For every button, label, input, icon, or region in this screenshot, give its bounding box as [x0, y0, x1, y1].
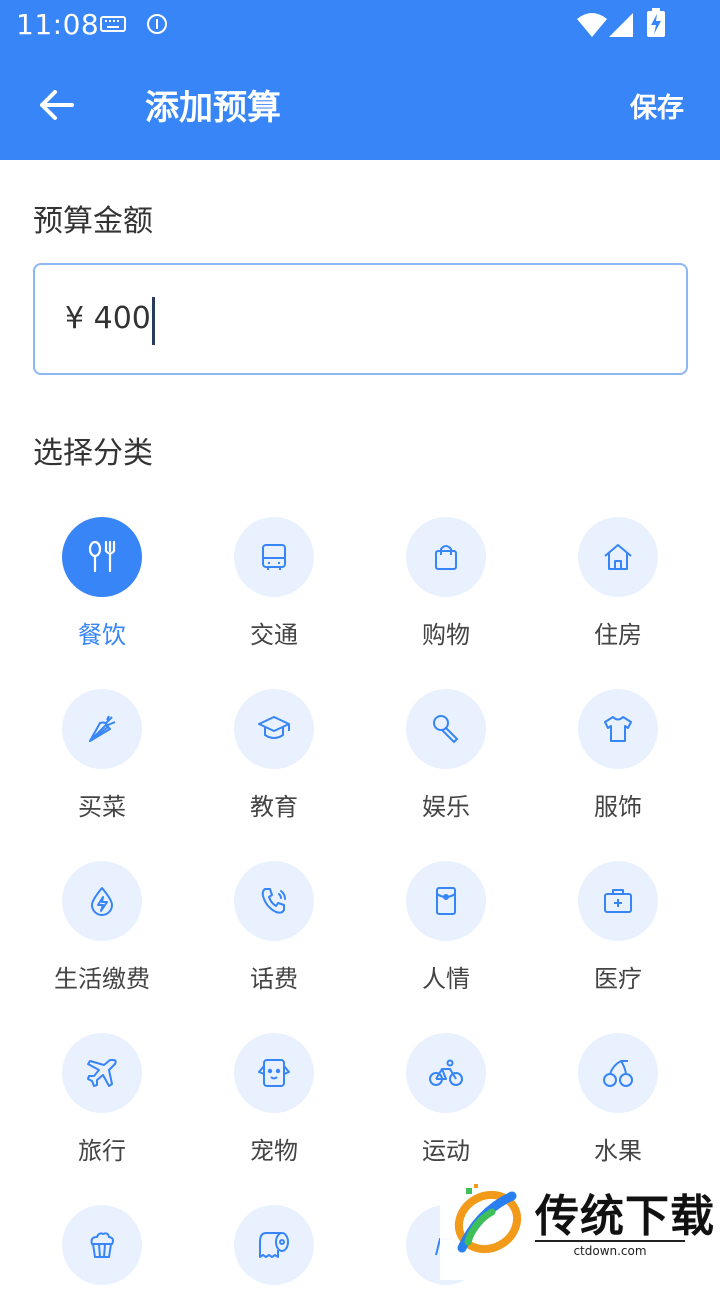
- amount-label: 预算金额: [33, 204, 153, 239]
- wifi-icon: [576, 12, 608, 42]
- category-item-housing[interactable]: 住房: [532, 517, 704, 650]
- back-button[interactable]: [26, 78, 86, 132]
- category-label: 运动: [422, 1137, 470, 1165]
- category-item-fruit[interactable]: 水果: [532, 1033, 704, 1166]
- ctdown-logo-icon: [454, 1184, 522, 1254]
- microphone-icon: [433, 715, 459, 744]
- category-icon-wrap: [62, 861, 142, 941]
- red-envelope-icon: [436, 887, 456, 915]
- category-icon-wrap: [406, 861, 486, 941]
- amount-input[interactable]: ¥ 400: [33, 263, 688, 375]
- status-bar: 11:08: [0, 0, 720, 50]
- info-icon: [146, 13, 168, 39]
- airplane-icon: [87, 1059, 117, 1087]
- category-item-groceries[interactable]: 买菜: [16, 689, 188, 822]
- category-icon-wrap: [234, 517, 314, 597]
- category-icon-wrap: [578, 689, 658, 769]
- app-bar: 添加预算 保存: [0, 50, 720, 160]
- category-icon-wrap: [62, 689, 142, 769]
- category-item-entertainment[interactable]: 娱乐: [360, 689, 532, 822]
- category-label: 交通: [250, 621, 298, 649]
- category-item-shopping[interactable]: 购物: [360, 517, 532, 650]
- category-label: 教育: [250, 793, 298, 821]
- category-icon-wrap: [62, 1033, 142, 1113]
- category-icon-wrap: [406, 1033, 486, 1113]
- category-item-gifts[interactable]: 人情: [360, 861, 532, 994]
- text-caret: [152, 297, 155, 345]
- category-item-medical[interactable]: 医疗: [532, 861, 704, 994]
- category-item-sports[interactable]: 运动: [360, 1033, 532, 1166]
- cupcake-icon: [90, 1232, 114, 1258]
- category-label: 宠物: [250, 1137, 298, 1165]
- pet-dog-icon: [258, 1059, 290, 1087]
- category-item-dining[interactable]: 餐饮: [16, 517, 188, 650]
- category-item-education[interactable]: 教育: [188, 689, 360, 822]
- category-item-travel[interactable]: 旅行: [16, 1033, 188, 1166]
- back-arrow-icon: [40, 90, 74, 120]
- category-label: 购物: [422, 621, 470, 649]
- category-label: 住房: [594, 621, 642, 649]
- category-icon-wrap: [578, 861, 658, 941]
- graduation-cap-icon: [258, 716, 290, 739]
- category-label: 旅行: [78, 1137, 126, 1165]
- category-label: 话费: [250, 965, 298, 993]
- watermark-url: ctdown.com: [535, 1240, 685, 1258]
- watermark: 传统下载 ctdown.com: [440, 1168, 720, 1280]
- signal-icon: [608, 12, 634, 42]
- category-icon-wrap: [406, 689, 486, 769]
- category-label: 买菜: [78, 793, 126, 821]
- category-icon-wrap: [578, 517, 658, 597]
- category-icon-wrap: [62, 1205, 142, 1285]
- page-title: 添加预算: [145, 88, 281, 128]
- category-icon-wrap: [62, 517, 142, 597]
- watermark-title: 传统下载: [535, 1191, 715, 1242]
- category-icon-wrap: [406, 517, 486, 597]
- keyboard-icon: [100, 16, 126, 36]
- category-item-phone-bill[interactable]: 话费: [188, 861, 360, 994]
- category-label: 生活缴费: [54, 965, 150, 993]
- category-item-pets[interactable]: 宠物: [188, 1033, 360, 1166]
- shopping-bag-icon: [435, 545, 457, 570]
- category-label: 水果: [594, 1137, 642, 1165]
- tshirt-icon: [604, 716, 632, 742]
- category-label: 人情: [422, 965, 470, 993]
- medical-kit-icon: [604, 889, 632, 913]
- cherries-icon: [603, 1060, 633, 1087]
- category-icon-wrap: [234, 689, 314, 769]
- utensils-icon: [88, 540, 116, 573]
- status-time: 11:08: [16, 8, 100, 41]
- category-icon-wrap: [578, 1033, 658, 1113]
- category-icon-wrap: [234, 1033, 314, 1113]
- category-item-dessert[interactable]: [16, 1205, 188, 1303]
- category-label: 餐饮: [78, 621, 126, 649]
- category-item-clothing[interactable]: 服饰: [532, 689, 704, 822]
- bicycle-icon: [429, 1059, 463, 1086]
- battery-charging-icon: [646, 8, 666, 42]
- amount-value: ¥ 400: [65, 301, 151, 336]
- carrot-icon: [89, 715, 116, 742]
- category-item-transport[interactable]: 交通: [188, 517, 360, 650]
- category-item-utilities[interactable]: 生活缴费: [16, 861, 188, 994]
- category-icon-wrap: [234, 861, 314, 941]
- category-icon-wrap: [234, 1205, 314, 1285]
- save-button[interactable]: 保存: [630, 86, 684, 125]
- bus-icon: [262, 544, 286, 570]
- category-item-daily-goods[interactable]: [188, 1205, 360, 1303]
- phone-icon: [261, 888, 286, 914]
- category-label: 医疗: [594, 965, 642, 993]
- category-label: 娱乐: [422, 793, 470, 821]
- house-icon: [604, 544, 632, 570]
- toilet-paper-icon: [259, 1232, 289, 1258]
- water-drop-bolt-icon: [91, 887, 113, 916]
- category-section-label: 选择分类: [33, 436, 153, 471]
- category-label: 服饰: [594, 793, 642, 821]
